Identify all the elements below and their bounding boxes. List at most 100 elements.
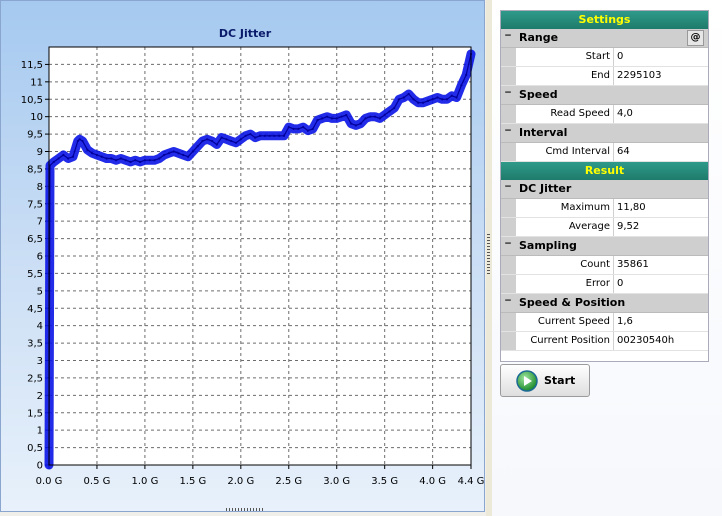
y-tick-label: 7 [37,217,43,228]
property-row-start[interactable]: Start 0 [501,48,708,67]
start-button[interactable]: Start [500,364,590,397]
data-point [421,101,425,104]
category-range[interactable]: − Range @ [501,29,708,48]
collapse-icon[interactable]: − [504,89,512,98]
data-point [282,134,286,137]
data-point [321,117,324,120]
category-interval[interactable]: − Interval [501,124,708,143]
property-value[interactable]: 64 [614,143,708,161]
data-point [292,127,295,130]
y-tick-label: 2,5 [27,373,43,384]
property-label: Average [516,218,614,236]
data-point [350,122,353,125]
category-speed-position[interactable]: − Speed & Position [501,294,708,313]
result-header: Result [501,162,708,180]
property-value: 35861 [617,259,649,270]
data-point [110,157,113,160]
property-row-read-speed[interactable]: Read Speed 4,0 [501,105,708,124]
y-tick-label: 0,5 [27,443,43,454]
category-sampling[interactable]: − Sampling [501,237,708,256]
y-tick-label: 4 [37,321,43,332]
y-tick-label: 3 [37,356,43,367]
data-point [393,106,396,110]
collapse-icon[interactable]: − [504,32,512,41]
x-tick-label: 4.0 G [419,476,446,487]
data-point [78,138,81,141]
x-tick-label: 3.5 G [371,476,398,487]
data-point [278,134,281,137]
data-point [91,152,94,155]
property-label: Error [516,275,614,293]
data-point [215,143,218,146]
y-tick-label: 6,5 [27,234,43,245]
property-grid: Settings − Range @ Start 0 End 2295103 −… [500,10,709,362]
data-point [139,160,142,164]
property-row-end[interactable]: End 2295103 [501,67,708,86]
y-tick-label: 10,5 [21,95,43,106]
y-tick-label: 5,5 [27,269,43,280]
category-speed[interactable]: − Speed [501,86,708,105]
at-button[interactable]: @ [687,30,704,46]
x-tick-label: 0.0 G [36,476,63,487]
category-label: Range [519,31,559,44]
y-tick-label: 3,5 [27,339,43,350]
property-value: 0 [617,278,624,289]
x-tick-label: 4.4 G [458,476,485,487]
x-tick-label: 3.0 G [323,476,350,487]
property-label: Cmd Interval [516,143,614,161]
collapse-icon[interactable]: − [504,240,512,249]
property-row-cmd-interval[interactable]: Cmd Interval 64 [501,143,708,162]
data-point [100,155,103,158]
category-dc-jitter[interactable]: − DC Jitter [501,180,708,199]
y-tick-label: 7,5 [27,199,43,210]
property-row-error: Error 0 [501,275,708,294]
data-point [62,153,65,157]
chart-panel: DC Jitter 0 0,5 1 1,5 2 2,5 3 3,5 4 4,5 5 5,5 6 6,5 7 7… [0,0,485,512]
data-point [148,159,151,162]
data-point [445,98,449,101]
data-point [326,115,329,118]
data-point [383,113,386,117]
property-value: 00230540h [617,335,675,346]
splitter-grip[interactable] [487,234,490,274]
category-label: DC Jitter [519,182,572,195]
data-point [186,155,190,158]
category-label: Interval [519,126,568,139]
data-point [302,126,305,129]
data-point [417,101,420,104]
x-tick-label: 2.5 G [275,476,302,487]
property-value[interactable]: 2295103 [614,67,708,85]
data-point [129,160,132,164]
data-point [465,73,468,76]
data-point [67,157,70,160]
property-value: 1,6 [617,316,633,327]
horizontal-splitter-grip[interactable] [226,508,264,511]
property-value[interactable]: 4,0 [614,105,708,123]
property-label: Start [516,48,614,66]
x-tick-label: 1.0 G [131,476,158,487]
data-point [388,110,391,113]
property-value: 9,52 [617,221,640,232]
collapse-icon[interactable]: − [504,127,512,136]
y-tick-label: 0 [37,461,43,472]
properties-panel: Settings − Range @ Start 0 End 2295103 −… [492,0,722,516]
property-row-current-position: Current Position 00230540h [501,332,708,351]
y-tick-label: 10 [30,112,43,123]
data-point [354,124,358,127]
data-point [71,155,75,158]
collapse-icon[interactable]: − [504,297,512,306]
data-point [115,159,118,162]
y-tick-label: 8 [37,182,43,193]
property-label: Read Speed [516,105,614,123]
data-point [124,159,127,162]
collapse-icon[interactable]: − [504,183,512,192]
data-point [196,145,199,148]
data-point [119,157,123,160]
y-tick-label: 11 [30,77,43,88]
play-icon [516,370,538,392]
y-tick-label: 2 [37,391,43,402]
x-tick-label: 2.0 G [227,476,254,487]
data-point [311,127,314,130]
property-value[interactable]: 0 [614,48,708,66]
data-point [297,127,300,130]
